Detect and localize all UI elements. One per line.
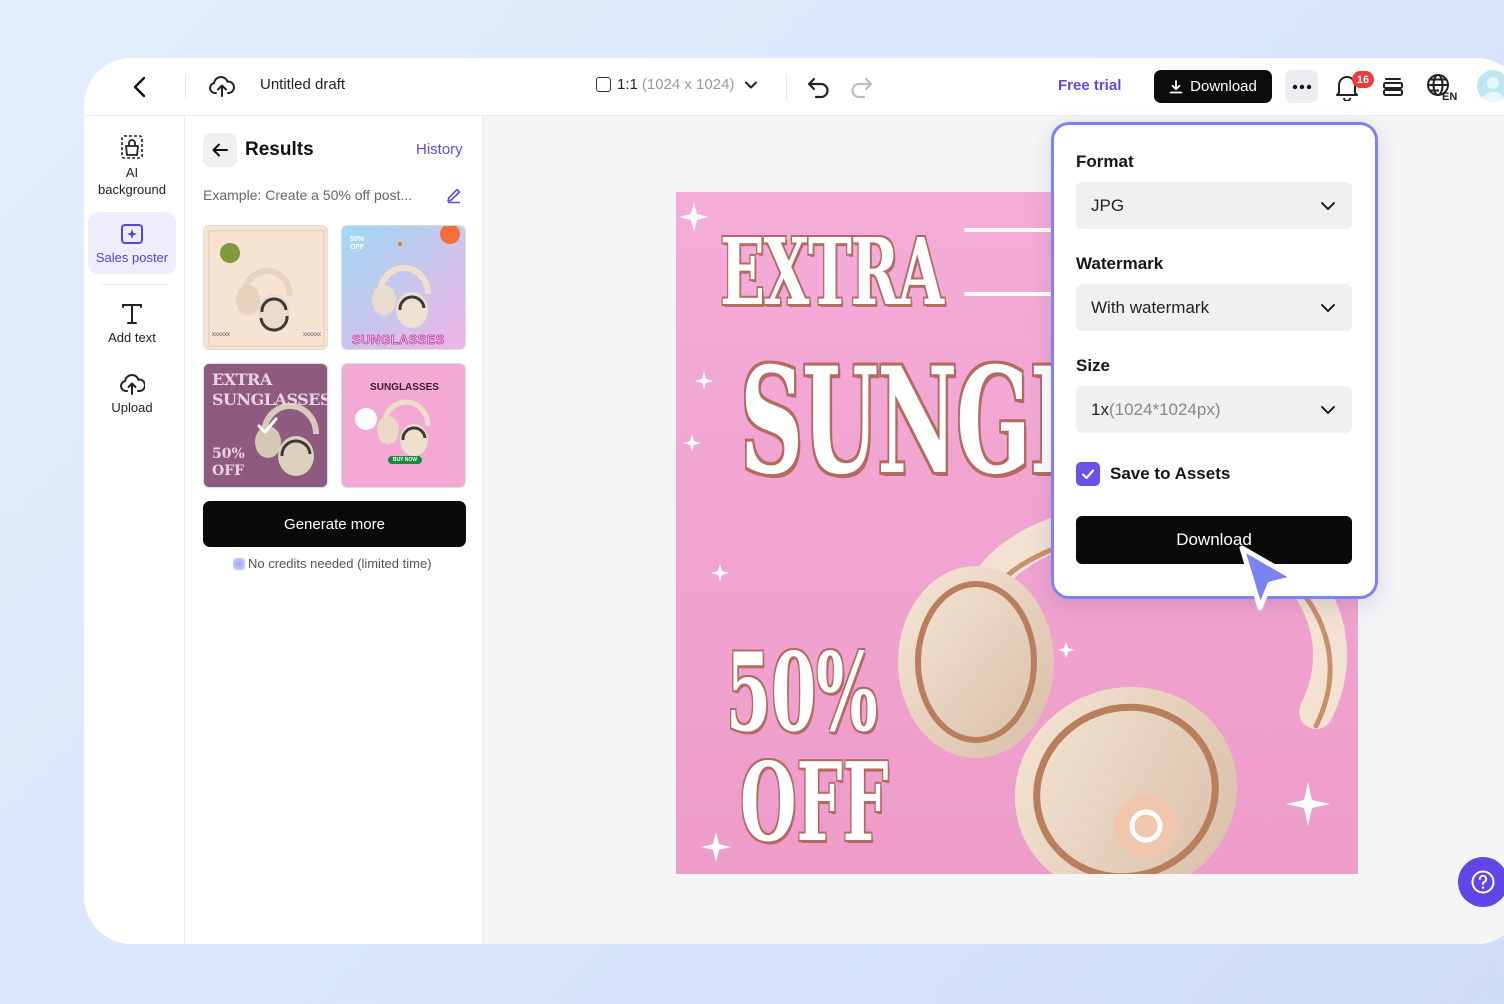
text-t-icon (122, 304, 142, 324)
size-value: 1x (1091, 399, 1109, 419)
chevron-down-icon (1321, 406, 1335, 414)
svg-text:EN: EN (1442, 91, 1457, 102)
poster-sparkle-icon (121, 224, 143, 244)
format-value: JPG (1091, 195, 1125, 215)
size-select[interactable]: 1x (1024*1024px) (1076, 386, 1352, 433)
rail-item-add-text[interactable]: Add text (88, 302, 176, 345)
thumb-badge: 50% OFF (350, 236, 365, 251)
results-title: Results (245, 139, 314, 160)
more-options-button[interactable] (1285, 70, 1318, 103)
format-label: Format (1076, 152, 1134, 171)
chevron-down-icon (1321, 304, 1335, 312)
tool-rail: AI background Sales poster Add text Uplo… (84, 116, 185, 944)
watermark-select[interactable]: With watermark (1076, 284, 1352, 331)
credits-note: No credits needed (limited time) (233, 556, 432, 571)
rail-item-label: AI background (98, 165, 166, 197)
avatar-person-icon (1481, 77, 1504, 102)
language-globe-icon[interactable]: EN (1425, 72, 1459, 102)
download-icon (1169, 79, 1183, 93)
poster-headline-extra[interactable]: EXTRA (720, 222, 944, 322)
result-thumbnail[interactable]: xxxxxx xxxxxx (203, 225, 328, 350)
arrow-left-icon (212, 143, 228, 157)
result-thumbnail[interactable]: SUNGLASSES BUY NOW (341, 363, 466, 488)
document-title[interactable]: Untitled draft (260, 76, 345, 93)
redo-icon[interactable] (848, 74, 874, 100)
cloud-save-icon[interactable] (208, 72, 236, 100)
watermark-value: With watermark (1091, 297, 1210, 317)
size-detail: (1024*1024px) (1108, 399, 1221, 419)
divider (102, 284, 168, 285)
thumb-text: 50% OFF (212, 446, 245, 479)
size-label: Size (1076, 356, 1111, 375)
confirm-download-button[interactable]: Download (1076, 516, 1352, 564)
divider (786, 74, 787, 100)
rail-item-label: Sales poster (95, 250, 169, 265)
chevron-down-icon (1321, 202, 1335, 210)
results-back-button[interactable] (203, 133, 237, 167)
ratio-dimensions: (1024 x 1024) (641, 76, 735, 93)
help-button[interactable] (1458, 857, 1504, 907)
thumb-text: EXTRA SUNGLASSES (212, 370, 328, 409)
rail-item-ai-background[interactable]: AI background (88, 132, 176, 204)
save-to-assets-label: Save to Assets (1110, 464, 1231, 483)
ratio-square-icon (596, 77, 611, 92)
result-thumbnail-selected[interactable]: EXTRA SUNGLASSES 50% OFF (203, 363, 328, 488)
free-trial-link[interactable]: Free trial (1058, 77, 1121, 94)
divider (185, 74, 186, 100)
credits-note-text: No credits needed (limited time) (248, 556, 432, 571)
ratio-label: 1:1 (617, 76, 638, 93)
checkbox-checked-icon (1076, 462, 1100, 486)
shopping-bag-icon (121, 135, 143, 159)
thumb-text: SUNGLASSES (352, 332, 445, 348)
download-label: Download (1190, 78, 1257, 95)
watermark-label: Watermark (1076, 254, 1164, 273)
notification-badge: 16 (1352, 71, 1374, 88)
thumb-text: xxxxxx (303, 332, 321, 338)
layers-icon[interactable] (1381, 74, 1405, 100)
ellipsis-icon (1292, 84, 1311, 89)
thumb-text: xxxxxx (212, 332, 230, 338)
cloud-upload-icon (120, 374, 145, 395)
sparkle-icon (233, 557, 245, 570)
save-to-assets-checkbox[interactable]: Save to Assets (1076, 462, 1230, 486)
thumb-text: SUNGLASSES (370, 382, 439, 393)
thumb-button-text: BUY NOW (392, 457, 418, 463)
rail-item-label: Upload (111, 400, 153, 415)
history-link[interactable]: History (416, 141, 463, 158)
edit-pencil-icon[interactable] (445, 186, 463, 204)
poster-discount-percent[interactable]: 50% (726, 638, 878, 748)
result-thumbnail[interactable]: 50% OFF SUNGLASSES (341, 225, 466, 350)
top-bar: Untitled draft 1:1 (1024 x 1024) Free tr… (84, 58, 1504, 116)
prompt-text[interactable]: Example: Create a 50% off post... (203, 187, 435, 203)
download-settings-popover: Format JPG Watermark With watermark Size… (1051, 122, 1378, 599)
rail-item-label: Add text (108, 330, 156, 345)
download-button[interactable]: Download (1154, 70, 1272, 103)
results-panel: Results History Example: Create a 50% of… (185, 116, 483, 944)
poster-discount-off[interactable]: OFF (740, 748, 888, 858)
rail-item-sales-poster[interactable]: Sales poster (88, 212, 176, 274)
user-avatar[interactable] (1477, 70, 1504, 102)
format-select[interactable]: JPG (1076, 182, 1352, 229)
rail-item-upload[interactable]: Upload (88, 372, 176, 415)
undo-icon[interactable] (806, 74, 832, 100)
chevron-down-icon (745, 81, 758, 88)
aspect-ratio-selector[interactable]: 1:1 (1024 x 1024) (596, 76, 758, 93)
generate-more-button[interactable]: Generate more (203, 501, 466, 547)
question-mark-icon (1471, 870, 1495, 894)
back-arrow-icon[interactable] (128, 74, 152, 100)
